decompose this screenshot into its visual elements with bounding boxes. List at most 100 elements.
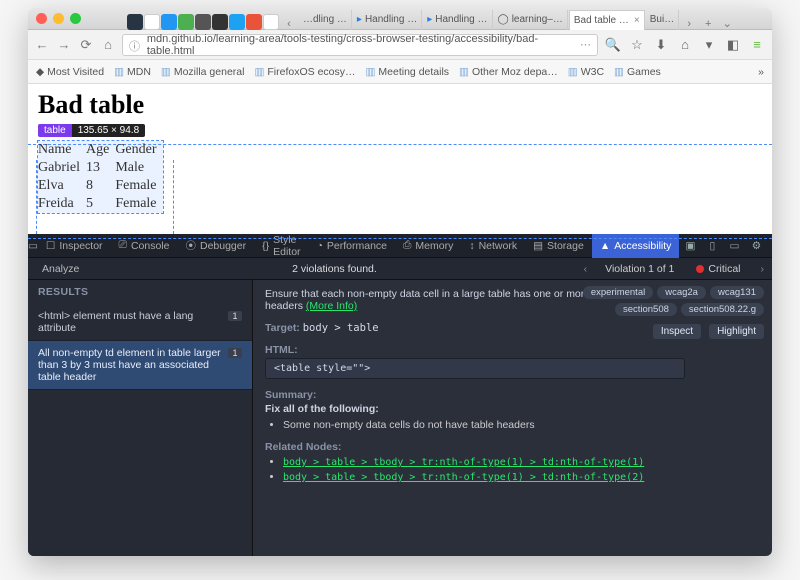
browser-tab[interactable]: Bui…	[646, 10, 679, 30]
close-window-icon[interactable]	[36, 13, 47, 24]
bookmark-folder[interactable]: ▥ Other Moz depa…	[459, 66, 558, 78]
pinned-tab-icon[interactable]	[195, 14, 211, 30]
related-node-link[interactable]: body > table > tbody > tr:nth-of-type(1)…	[283, 457, 644, 468]
html-label: HTML:	[265, 344, 760, 356]
prev-violation-button[interactable]: ‹	[576, 263, 596, 275]
element-dimensions-badge: 135.65 × 94.8	[72, 124, 145, 137]
close-tab-icon[interactable]: ×	[634, 15, 640, 26]
bookmark-folder[interactable]: ▥ MDN	[114, 66, 151, 78]
pinned-tab-icon[interactable]	[263, 14, 279, 30]
star-icon[interactable]: ☆	[628, 36, 646, 54]
info-icon: ⓘ	[129, 38, 143, 52]
pinned-tab-icon[interactable]	[229, 14, 245, 30]
bookmark-folder[interactable]: ▥ Meeting details	[366, 66, 450, 78]
tag-pill: section508	[615, 303, 677, 316]
browser-tab[interactable]: ◯learning–…	[494, 10, 568, 30]
browser-tab[interactable]: ▸Handling …	[423, 10, 492, 30]
tag-pill: section508.22.g	[681, 303, 764, 316]
browser-tab[interactable]: …dling …	[299, 10, 352, 30]
pinned-tab-icon[interactable]	[212, 14, 228, 30]
tab-scroll-right-icon[interactable]: ›	[680, 18, 698, 30]
table-cell: 8	[86, 177, 115, 195]
minimize-window-icon[interactable]	[53, 13, 64, 24]
search-icon[interactable]: 🔍	[604, 36, 622, 54]
devtools-panel: ▭ ☐Inspector ⎚Console ⦿Debugger {}Style …	[28, 234, 772, 556]
table-cell: Female	[115, 177, 162, 195]
issue-item-selected[interactable]: All non-empty td element in table larger…	[28, 341, 252, 390]
bookmark-folder[interactable]: ▥ Games	[614, 66, 661, 78]
table-cell: Age	[86, 141, 115, 159]
extension-icon[interactable]: ◧	[724, 36, 742, 54]
browser-tab-active[interactable]: Bad table …×	[569, 10, 645, 30]
pinned-tab-icon[interactable]	[127, 14, 143, 30]
home-button[interactable]: ⌂	[100, 37, 116, 53]
back-button[interactable]: ←	[34, 37, 50, 53]
reload-button[interactable]: ⟳	[78, 37, 94, 53]
table-row: Name Age Gender	[38, 141, 163, 159]
table-cell: 5	[86, 195, 115, 213]
summary-fix-heading: Fix all of the following:	[265, 403, 760, 415]
table-cell: Elva	[38, 177, 86, 195]
violations-count: 2 violations found.	[93, 263, 575, 275]
home-icon[interactable]: ⌂	[676, 36, 694, 54]
url-text: mdn.github.io/learning-area/tools-testin…	[147, 33, 580, 57]
table-row: Gabriel 13 Male	[38, 159, 163, 177]
devtools-body: RESULTS <html> element must have a lang …	[28, 280, 772, 556]
table-cell: 13	[86, 159, 115, 177]
target-value: body > table	[303, 322, 379, 334]
issue-text: <html> element must have a lang attribut…	[38, 310, 222, 334]
tag-pill: experimental	[583, 286, 653, 299]
pinned-tab-icon[interactable]	[144, 14, 160, 30]
severity-indicator: Critical	[684, 263, 752, 275]
table-cell: Gender	[115, 141, 162, 159]
severity-label: Critical	[708, 263, 740, 275]
pocket-icon[interactable]: ▾	[700, 36, 718, 54]
reader-mode-icon[interactable]: ⋯	[580, 38, 591, 51]
url-input[interactable]: ⓘ mdn.github.io/learning-area/tools-test…	[122, 34, 598, 56]
page-content: Bad table table 135.65 × 94.8 Name Age G…	[28, 84, 772, 234]
results-sidebar: RESULTS <html> element must have a lang …	[28, 280, 253, 556]
bookmarks-overflow-icon[interactable]: »	[758, 66, 764, 78]
table-cell: Female	[115, 195, 162, 213]
issue-count-badge: 1	[228, 348, 242, 358]
accessibility-subbar: Analyze 2 violations found. ‹ Violation …	[28, 258, 772, 280]
browser-tab[interactable]: ▸Handling …	[353, 10, 422, 30]
highlighted-table: Name Age Gender Gabriel 13 Male Elva 8 F…	[38, 141, 163, 213]
download-icon[interactable]: ⬇	[652, 36, 670, 54]
table-cell: Male	[115, 159, 162, 177]
next-violation-button[interactable]: ›	[753, 263, 773, 275]
inspect-button[interactable]: Inspect	[653, 324, 701, 339]
related-nodes-label: Related Nodes:	[265, 441, 760, 453]
forward-button[interactable]: →	[56, 37, 72, 53]
table-row: Elva 8 Female	[38, 177, 163, 195]
new-tab-button[interactable]: +	[699, 18, 717, 30]
tab-scroll-left-icon[interactable]: ‹	[280, 18, 298, 30]
bookmark-item[interactable]: ◆ Most Visited	[36, 66, 104, 78]
pinned-tab-icon[interactable]	[246, 14, 262, 30]
highlight-button[interactable]: Highlight	[709, 324, 764, 339]
table-cell: Gabriel	[38, 159, 86, 177]
table-cell: Name	[38, 141, 86, 159]
summary-item: Some non-empty data cells do not have ta…	[283, 419, 760, 431]
page-title: Bad table	[38, 90, 762, 120]
menu-icon[interactable]: ≡	[748, 36, 766, 54]
pinned-tab-icon[interactable]	[161, 14, 177, 30]
issue-count-badge: 1	[228, 311, 242, 321]
maximize-window-icon[interactable]	[70, 13, 81, 24]
related-node-link[interactable]: body > table > tbody > tr:nth-of-type(1)…	[283, 472, 644, 483]
table-cell: Freida	[38, 195, 86, 213]
element-tag-badge: table	[38, 124, 72, 137]
address-bar: ← → ⟳ ⌂ ⓘ mdn.github.io/learning-area/to…	[28, 30, 772, 60]
results-heading: RESULTS	[28, 280, 252, 304]
issue-item[interactable]: <html> element must have a lang attribut…	[28, 304, 252, 341]
tab-menu-icon[interactable]: ⌄	[718, 17, 736, 30]
summary-label: Summary:	[265, 389, 760, 401]
bookmark-folder[interactable]: ▥ W3C	[568, 66, 604, 78]
bookmarks-bar: ◆ Most Visited ▥ MDN ▥ Mozilla general ▥…	[28, 60, 772, 84]
violation-pager: Violation 1 of 1	[595, 263, 684, 275]
pinned-tab-icon[interactable]	[178, 14, 194, 30]
bookmark-folder[interactable]: ▥ Mozilla general	[161, 66, 245, 78]
more-info-link[interactable]: (More Info)	[306, 300, 357, 312]
bookmark-folder[interactable]: ▥ FirefoxOS ecosy…	[254, 66, 355, 78]
analyze-button[interactable]: Analyze	[28, 263, 93, 275]
